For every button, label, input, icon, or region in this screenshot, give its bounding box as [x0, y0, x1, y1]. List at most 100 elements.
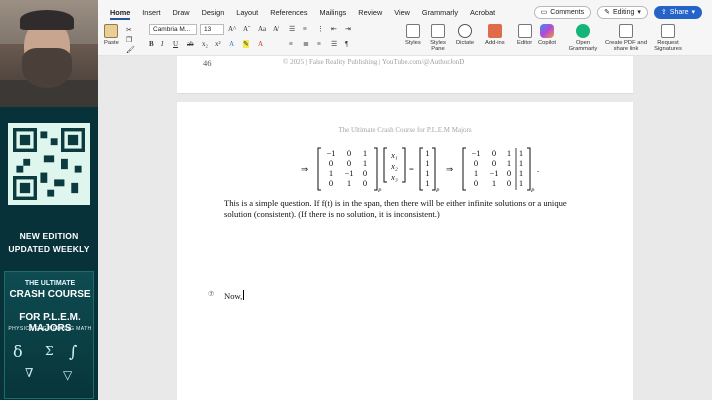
dictate-button[interactable]: Dictate [456, 24, 474, 46]
italic-icon[interactable]: I [161, 40, 163, 48]
highlight-icon[interactable]: ✎ [243, 40, 249, 48]
styles-pane-button[interactable]: Styles Pane [426, 24, 450, 52]
matrix-a-right-bracket [374, 147, 378, 191]
addins-button[interactable]: Add-ins [485, 24, 505, 46]
augmented-cell: 1 [507, 148, 511, 158]
bullets-icon[interactable]: ☰ [289, 25, 295, 33]
copilot-button[interactable]: Copilot [538, 24, 556, 46]
paragraph-marker-icon: ⑦ [208, 291, 215, 298]
grammarly-icon [576, 24, 590, 38]
book-title-crash: CRASH COURSE [9, 289, 91, 300]
format-painter-icon[interactable]: 🖌 [126, 46, 135, 54]
tab-mailings[interactable]: Mailings [320, 6, 347, 20]
pilcrow-icon[interactable]: ¶ [345, 40, 348, 48]
augmented-cell: 1 [507, 158, 511, 168]
increase-indent-icon[interactable]: ⇥ [345, 25, 351, 33]
tab-design[interactable]: Design [202, 6, 225, 20]
vector-x-cell: x₃ [390, 172, 398, 182]
styles-pane-label: Styles Pane [430, 40, 446, 52]
tab-view[interactable]: View [394, 6, 410, 20]
styles-icon [405, 24, 420, 38]
presenter-beard [22, 48, 72, 88]
matrix-a-left-bracket [317, 147, 321, 191]
vector-x: x₁x₂x₃ [390, 150, 398, 182]
vector-x-cell: x₂ [390, 161, 398, 171]
matrix-a-cell: 1 [363, 158, 367, 168]
tab-home[interactable]: Home [110, 6, 131, 20]
numbering-icon[interactable]: ≡ [303, 25, 307, 33]
augmented-cell: 1 [492, 178, 496, 188]
request-signatures-button[interactable]: Request Signatures [650, 24, 686, 52]
share-button[interactable]: ⇪ Share ▾ [653, 6, 702, 19]
augmented-cell: 0 [474, 158, 478, 168]
cut-icon[interactable]: ✂ [126, 26, 132, 34]
current-page[interactable]: The Ultimate Crash Course for P.L.E.M Ma… [177, 102, 633, 400]
editor-button[interactable]: Editor [517, 24, 532, 46]
shrink-font-icon[interactable]: Aˇ [243, 25, 250, 33]
styles-button[interactable]: Styles [405, 24, 421, 46]
text-effects-icon[interactable]: A [229, 40, 234, 48]
augmented-cell: 0 [507, 178, 511, 188]
vector-x-left-bracket [383, 147, 387, 183]
align-right-icon[interactable]: ≡ [317, 40, 321, 48]
font-name-select[interactable]: Cambria M... [149, 24, 197, 35]
clipboard-icon [104, 24, 119, 38]
tab-draw[interactable]: Draw [173, 6, 190, 20]
font-color-icon[interactable]: A [258, 40, 263, 48]
vector-b-cell: 1 [425, 178, 429, 188]
create-pdf-button[interactable]: Create PDF and share link [605, 24, 647, 52]
comments-label: Comments [550, 9, 585, 16]
font-size-select[interactable]: 13 [200, 24, 224, 35]
strikethrough-icon[interactable]: ab [187, 40, 194, 48]
tab-insert[interactable]: Insert [142, 6, 160, 20]
presenter-cap [20, 10, 74, 30]
justify-icon[interactable]: ☰ [331, 40, 337, 48]
tab-grammarly[interactable]: Grammarly [422, 6, 458, 20]
underline-icon[interactable]: U [173, 40, 178, 48]
implies-symbol-1: ⇒ [301, 164, 309, 174]
multilevel-icon[interactable]: ⋮ [317, 25, 324, 33]
augmented-matrix: −1 0 1 10 0 1 11 −1 0 10 1 0 1 [471, 148, 523, 188]
paste-label: Paste [104, 40, 119, 46]
editing-dropdown[interactable]: ✎ Editing ▾ [597, 6, 648, 19]
dictate-label: Dictate [456, 40, 475, 46]
create-pdf-label: Create PDF and share link [605, 40, 647, 52]
matrix-a-cell: 0 [363, 168, 367, 178]
align-left-icon[interactable]: ≡ [289, 40, 293, 48]
decrease-indent-icon[interactable]: ⇤ [331, 25, 337, 33]
subscript-icon[interactable]: x₂ [202, 40, 208, 48]
matrix-a-cell: −1 [344, 168, 353, 178]
change-case-icon[interactable]: Aa [258, 25, 266, 33]
clear-format-icon[interactable]: A̸ [273, 25, 278, 33]
tab-layout[interactable]: Layout [236, 6, 258, 20]
ribbon-tools: Paste ✂ ❐ 🖌 Cambria M... 13 A^ Aˇ Aa A̸ … [98, 20, 712, 56]
align-center-icon[interactable]: ≣ [303, 40, 309, 48]
tab-review[interactable]: Review [358, 6, 382, 20]
augmented-cell: 1 [519, 168, 523, 178]
paragraph-now[interactable]: Now, [224, 290, 592, 302]
augmented-cell: −1 [471, 148, 480, 158]
augmented-cell: 0 [474, 178, 478, 188]
grow-font-icon[interactable]: A^ [228, 25, 236, 33]
matrix-a-cell: 1 [363, 148, 367, 158]
styles-label: Styles [405, 40, 421, 46]
open-grammarly-button[interactable]: Open Grammarly [568, 24, 598, 52]
promo-panel: NEW EDITION UPDATED WEEKLY THE ULTIMATE … [0, 107, 98, 400]
chevron-down-icon: ▾ [637, 9, 641, 16]
addins-icon [487, 24, 502, 38]
book-title-the: THE ULTIMATE [24, 280, 76, 287]
page-footer: © 2025 | False Reality Publishing | YouT… [283, 58, 465, 66]
implies-symbol-2: ⇒ [446, 164, 454, 174]
augmented-cell: −1 [489, 168, 498, 178]
request-signatures-label: Request Signatures [654, 40, 682, 52]
paragraph-span-question: This is a simple question. If f(t) is in… [224, 198, 567, 219]
rhs-subscript: P [435, 188, 440, 194]
copy-icon[interactable]: ❐ [126, 36, 132, 44]
rhs-right-bracket [432, 147, 436, 191]
bold-icon[interactable]: B [149, 40, 154, 48]
paste-button[interactable]: Paste [104, 24, 119, 46]
superscript-icon[interactable]: x² [215, 40, 221, 48]
comments-button[interactable]: ▭ Comments [533, 6, 592, 19]
tab-acrobat[interactable]: Acrobat [470, 6, 495, 20]
tab-references[interactable]: References [270, 6, 307, 20]
